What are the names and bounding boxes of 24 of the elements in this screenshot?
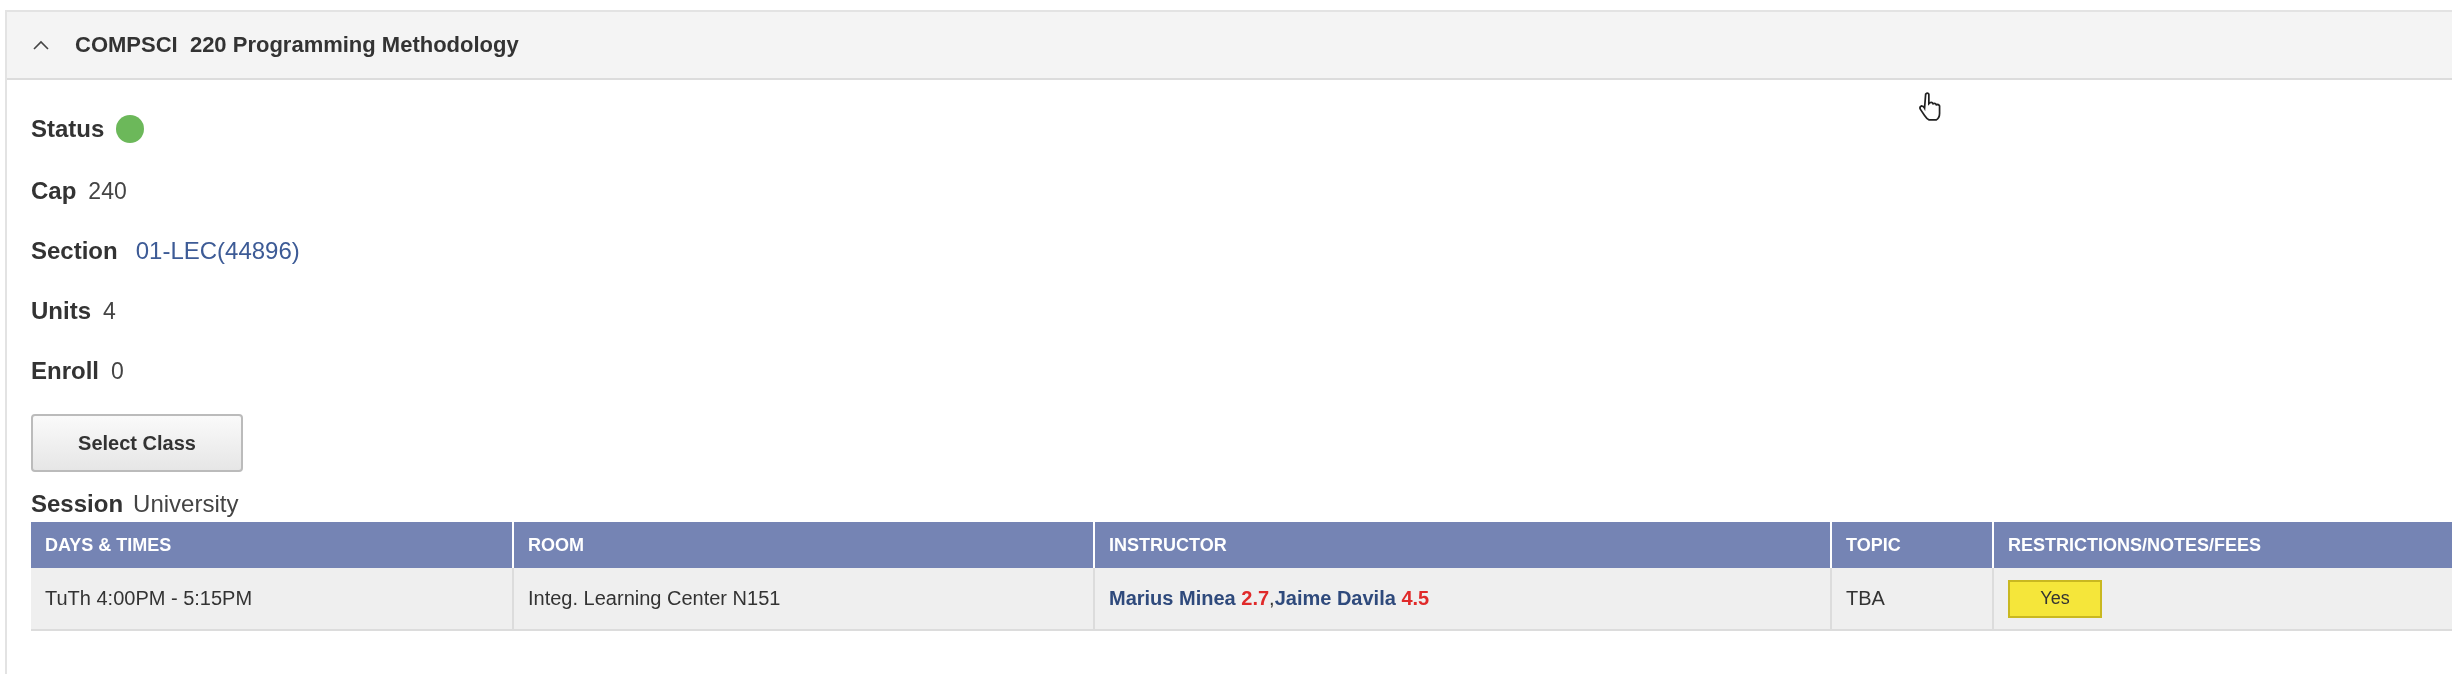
column-header: INSTRUCTOR [1094,522,1831,568]
column-header: RESTRICTIONS/NOTES/FEES [1993,522,2452,568]
table-cell: Integ. Learning Center N151 [513,568,1094,630]
select-class-button[interactable]: Select Class [31,414,243,472]
panel-title: COMPSCI 220 Programming Methodology [75,32,519,58]
restrictions-button[interactable]: Yes [2008,579,2102,618]
field-label: Section [31,237,118,265]
field-label: Cap [31,177,77,205]
field-value: 0 [111,357,124,385]
field-label: Enroll [31,357,99,385]
field-label: Status [31,115,105,143]
table-cell: TuTh 4:00PM - 5:15PM [31,568,513,630]
field-value: University [133,490,239,518]
field-label: Units [31,297,91,325]
panel-header[interactable]: COMPSCI 220 Programming Methodology [7,12,2452,80]
section-link[interactable]: 01-LEC(44896) [135,237,300,265]
column-header: DAYS & TIMES [31,522,513,568]
table-cell: Marius Minea 2.7,Jaime Davila 4.5 [1094,568,1831,630]
column-header: ROOM [513,522,1094,568]
table-cell: TBA [1831,568,1993,630]
field-value: 4 [103,297,116,325]
field-value: 240 [88,177,127,205]
column-header: TOPIC [1831,522,1993,568]
field-label: Session [31,490,124,518]
